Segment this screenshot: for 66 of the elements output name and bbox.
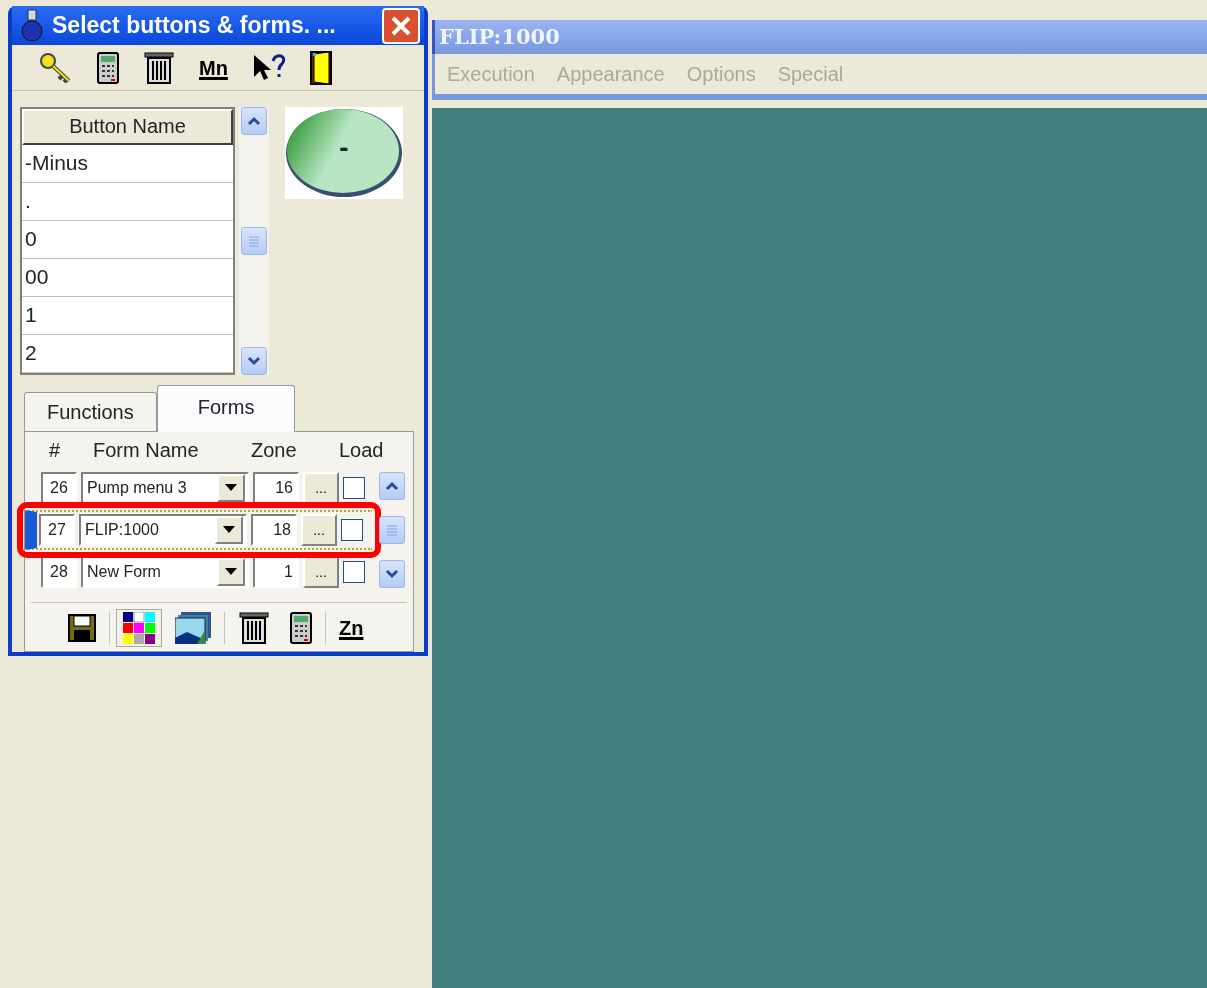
- zone-field[interactable]: 1: [253, 556, 299, 588]
- dropdown-value: Pump menu 3: [87, 478, 187, 498]
- browse-button[interactable]: ...: [301, 514, 337, 546]
- zone-field[interactable]: 16: [253, 472, 299, 504]
- close-button[interactable]: [382, 7, 420, 44]
- caret-icon: [225, 484, 237, 492]
- dropdown-button[interactable]: [217, 474, 245, 502]
- scroll-up-button[interactable]: [241, 107, 267, 135]
- key-icon: [39, 51, 73, 84]
- number-field[interactable]: 27: [39, 514, 75, 546]
- browse-button[interactable]: ...: [303, 556, 339, 588]
- door-icon: [309, 50, 332, 85]
- column-header: Load: [338, 438, 385, 463]
- calculator-icon: [290, 612, 312, 644]
- list-item[interactable]: 1: [22, 297, 233, 335]
- list-item[interactable]: 00: [22, 259, 233, 297]
- grip-icon: [386, 524, 398, 536]
- load-checkbox[interactable]: [343, 477, 365, 499]
- form-name-dropdown[interactable]: FLIP:1000: [79, 514, 247, 546]
- load-checkbox[interactable]: [341, 519, 363, 541]
- toolbar-button[interactable]: [116, 609, 162, 647]
- scroll-up-button[interactable]: [379, 472, 405, 500]
- scroll-down-button[interactable]: [379, 560, 405, 588]
- column-header: Zone: [250, 438, 298, 463]
- tab[interactable]: Forms: [156, 385, 296, 432]
- dropdown-button[interactable]: [215, 516, 243, 544]
- toolbar-button[interactable]: Mn: [192, 48, 235, 87]
- calculator-icon: [97, 51, 119, 84]
- column-header: #: [48, 438, 62, 463]
- grip-icon: [248, 235, 260, 247]
- close-icon: [390, 14, 412, 37]
- toolbar-button[interactable]: Zn: [332, 609, 371, 647]
- column-header[interactable]: Button Name: [22, 109, 233, 145]
- caret-icon: [223, 526, 235, 534]
- window-title: Select buttons & forms. ...: [52, 11, 336, 41]
- list-item[interactable]: 2: [22, 335, 233, 373]
- scroll-thumb[interactable]: [379, 516, 405, 544]
- table-row[interactable]: 28 New Form 1 ...: [25, 552, 373, 592]
- list-item[interactable]: 0: [22, 221, 233, 259]
- dropdown-value: New Form: [87, 562, 161, 582]
- load-checkbox[interactable]: [343, 561, 365, 583]
- help-pointer-icon: [251, 52, 286, 83]
- flask-icon: [20, 8, 44, 43]
- form-name-dropdown[interactable]: New Form: [81, 556, 249, 588]
- column-header: Form Name: [92, 438, 200, 463]
- tab[interactable]: Functions: [24, 392, 157, 431]
- button-label: -: [339, 131, 349, 165]
- dropdown-value: FLIP:1000: [85, 520, 159, 540]
- list-item[interactable]: -Minus: [22, 145, 233, 183]
- scroll-down-button[interactable]: [241, 347, 267, 375]
- zone-field[interactable]: 18: [251, 514, 297, 546]
- window-title-bar: FLIP:1000: [432, 20, 1207, 54]
- browse-button[interactable]: ...: [303, 472, 339, 504]
- table-row[interactable]: 26 Pump menu 3 16 ...: [25, 468, 373, 508]
- dropdown-button[interactable]: [217, 558, 245, 586]
- trash-icon: [143, 50, 175, 85]
- number-field[interactable]: 28: [41, 556, 77, 588]
- number-field[interactable]: 26: [41, 472, 77, 504]
- picture-stack-icon: [175, 612, 211, 644]
- list-item[interactable]: .: [22, 183, 233, 221]
- scrollbar[interactable]: [239, 107, 269, 375]
- form-name-dropdown[interactable]: Pump menu 3: [81, 472, 249, 504]
- color-grid-icon: [123, 612, 155, 644]
- caret-icon: [225, 568, 237, 576]
- trash-icon: [238, 611, 270, 645]
- scroll-thumb[interactable]: [241, 227, 267, 255]
